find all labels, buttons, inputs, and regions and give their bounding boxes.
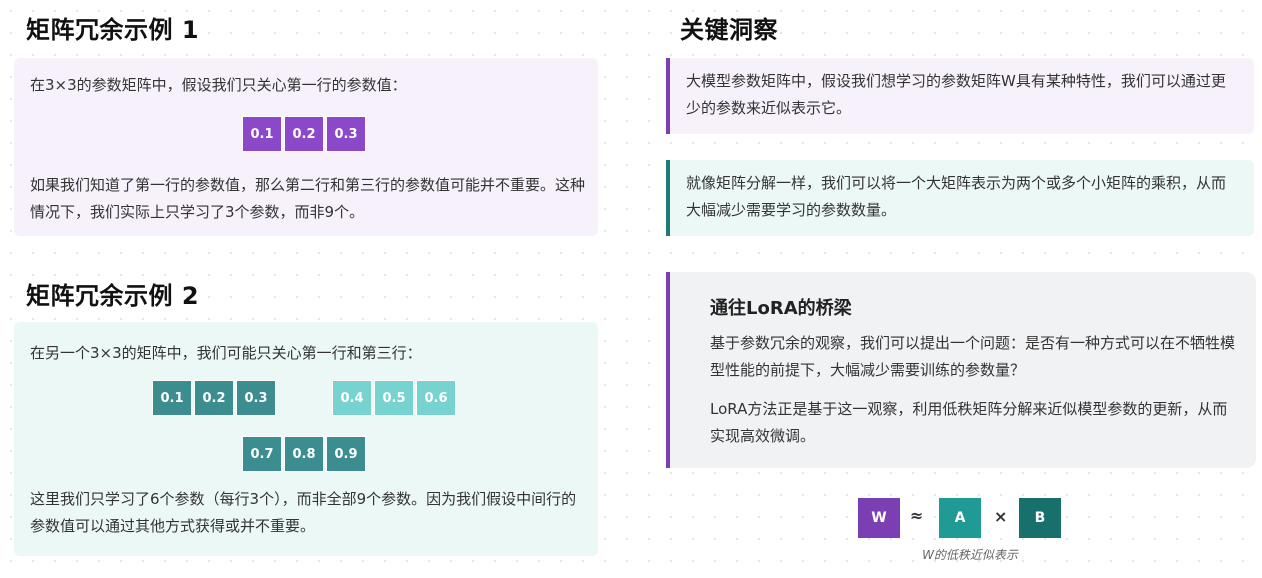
matrix-cell: 0.1 bbox=[242, 116, 282, 152]
matrix-cell: 0.8 bbox=[284, 436, 324, 472]
example1-intro: 在3×3的参数矩阵中，假设我们只关心第一行的参数值： bbox=[30, 76, 407, 94]
matrix-b-box: B bbox=[1019, 498, 1061, 538]
matrix-w-box: W bbox=[858, 498, 900, 538]
matrix-cell: 0.7 bbox=[242, 436, 282, 472]
approx-symbol: ≈ bbox=[910, 506, 924, 525]
matrix-cell: 0.2 bbox=[194, 380, 234, 416]
matrix-cell: 0.9 bbox=[326, 436, 366, 472]
example1-title: 矩阵冗余示例 1 bbox=[26, 16, 200, 44]
matrix-cell: 0.1 bbox=[152, 380, 192, 416]
example2-title: 矩阵冗余示例 2 bbox=[26, 282, 200, 310]
insight-card-2: 就像矩阵分解一样，我们可以将一个大矩阵表示为两个或多个小矩阵的乘积，从而大幅减少… bbox=[666, 160, 1254, 236]
insight-card-2-text: 就像矩阵分解一样，我们可以将一个大矩阵表示为两个或多个小矩阵的乘积，从而大幅减少… bbox=[686, 174, 1227, 219]
times-symbol: × bbox=[994, 507, 1008, 526]
example1-explain: 如果我们知道了第一行的参数值，那么第二行和第三行的参数值可能并不重要。这种情况下… bbox=[30, 176, 586, 221]
lora-bridge-card: 通往LoRA的桥梁 基于参数冗余的观察，我们可以提出一个问题：是否有一种方式可以… bbox=[666, 272, 1256, 468]
example2-panel: 在另一个3×3的矩阵中，我们可能只关心第一行和第三行： 0.1 0.2 0.3 … bbox=[14, 322, 598, 556]
insights-title: 关键洞察 bbox=[680, 16, 778, 44]
lora-bridge-title: 通往LoRA的桥梁 bbox=[710, 298, 852, 319]
matrix-cell: 0.4 bbox=[332, 380, 372, 416]
lora-bridge-p1: 基于参数冗余的观察，我们可以提出一个问题：是否有一种方式可以在不牺牲模型性能的前… bbox=[710, 334, 1236, 379]
matrix-cell: 0.5 bbox=[374, 380, 414, 416]
matrix-cell: 0.3 bbox=[326, 116, 366, 152]
lora-bridge-p2: LoRA方法正是基于这一观察，利用低秩矩阵分解来近似模型参数的更新，从而实现高效… bbox=[710, 400, 1228, 445]
matrix-cell: 0.3 bbox=[236, 380, 276, 416]
insight-card-1: 大模型参数矩阵中，假设我们想学习的参数矩阵W具有某种特性，我们可以通过更少的参数… bbox=[666, 58, 1254, 134]
matrix-cell: 0.2 bbox=[284, 116, 324, 152]
insight-card-1-text: 大模型参数矩阵中，假设我们想学习的参数矩阵W具有某种特性，我们可以通过更少的参数… bbox=[686, 72, 1226, 117]
example2-explain: 这里我们只学习了6个参数（每行3个），而非全部9个参数。因为我们假设中间行的参数… bbox=[30, 490, 577, 535]
matrix-cell: 0.6 bbox=[416, 380, 456, 416]
matrix-a-box: A bbox=[939, 498, 981, 538]
formula-caption: W的低秩近似表示 bbox=[922, 548, 1018, 562]
example2-intro: 在另一个3×3的矩阵中，我们可能只关心第一行和第三行： bbox=[30, 344, 422, 362]
example1-panel: 在3×3的参数矩阵中，假设我们只关心第一行的参数值： 0.1 0.2 0.3 如… bbox=[14, 58, 598, 236]
